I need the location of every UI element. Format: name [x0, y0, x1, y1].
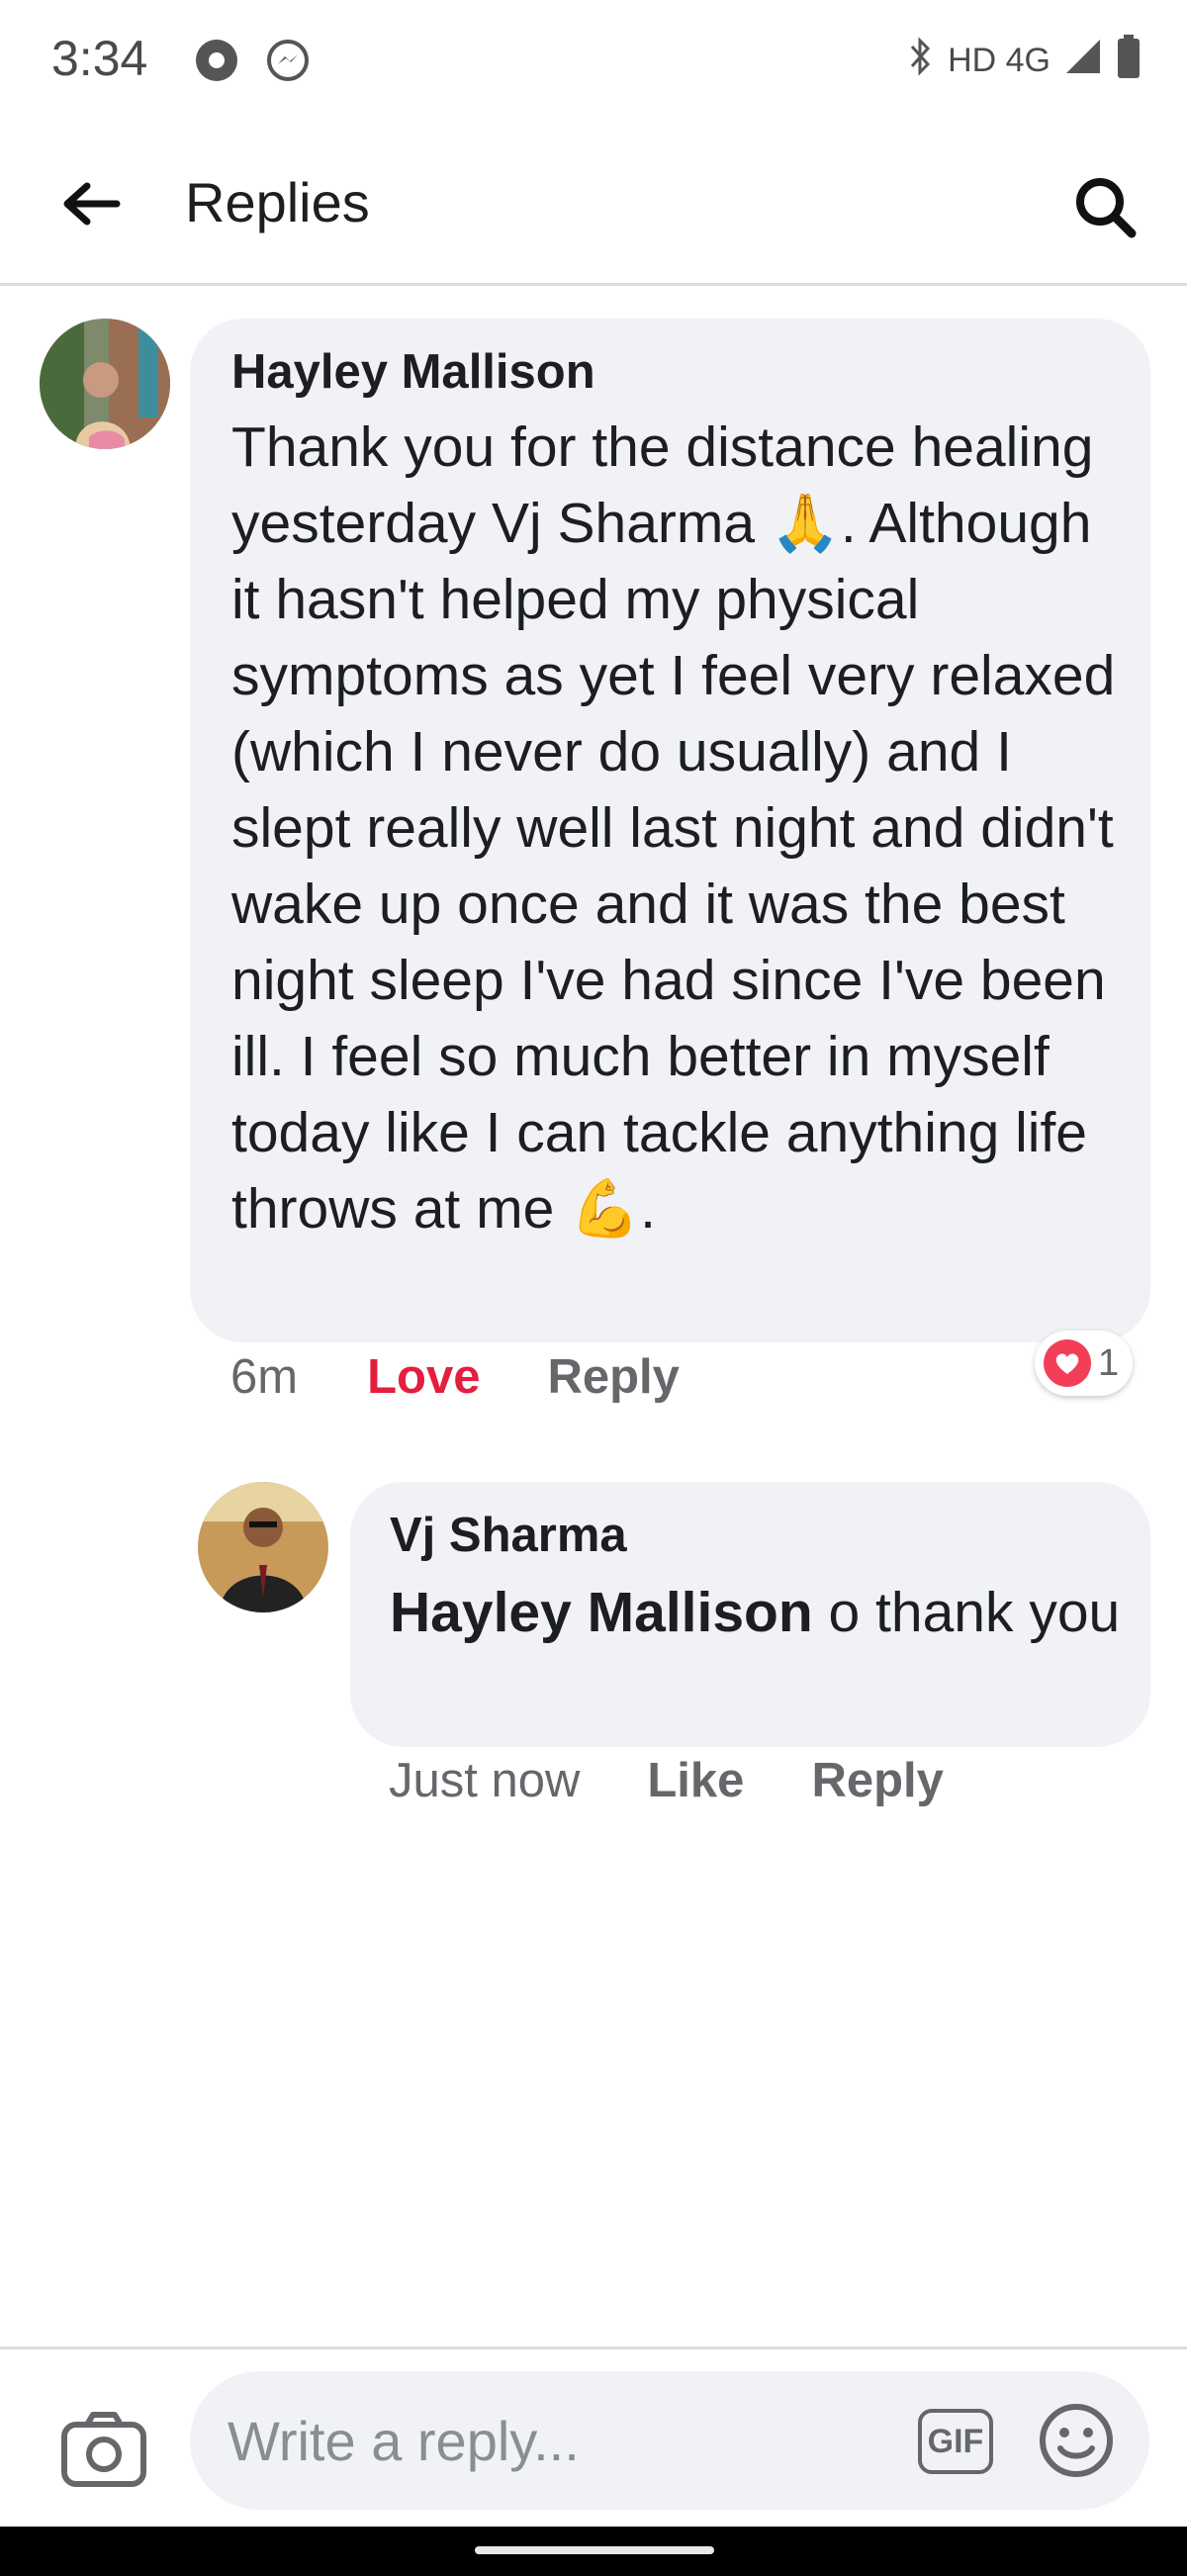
reaction-count: 1 [1098, 1341, 1120, 1384]
comment-actions: 6m Love Reply [230, 1349, 680, 1405]
comment-bubble[interactable]: Hayley Mallison Thank you for the distan… [190, 319, 1150, 1342]
avatar[interactable] [40, 319, 170, 449]
comment-text: Thank you for the distance healing yeste… [231, 415, 1116, 1241]
camera-icon [61, 2412, 146, 2487]
comment-bubble[interactable]: Vj Sharma Hayley Mallison o thank you [350, 1482, 1150, 1747]
reply-button[interactable]: Reply [811, 1753, 943, 1808]
comment-body: o thank you [812, 1581, 1121, 1644]
emoji-button[interactable] [1037, 2401, 1116, 2480]
back-button[interactable] [51, 164, 131, 243]
network-label: HD 4G [948, 42, 1050, 79]
bluetooth-icon [906, 37, 936, 85]
love-reaction-icon [1044, 1339, 1091, 1387]
reply-button[interactable]: Reply [547, 1349, 679, 1405]
mention-link[interactable]: Hayley Mallison [390, 1581, 813, 1644]
home-gesture-handle[interactable] [475, 2546, 714, 2554]
comment-author[interactable]: Hayley Mallison [231, 344, 595, 400]
like-button[interactable]: Like [647, 1753, 744, 1808]
emoji-icon [1040, 2404, 1113, 2477]
system-nav-bar [0, 2527, 1187, 2576]
reply-input[interactable] [190, 2371, 1149, 2510]
status-bar: 3:34 HD 4G [0, 0, 1187, 119]
page-title: Replies [185, 171, 370, 233]
avatar[interactable] [198, 1482, 328, 1612]
comment-time[interactable]: Just now [389, 1753, 580, 1808]
search-button[interactable] [1060, 162, 1149, 251]
love-button[interactable]: Love [367, 1349, 480, 1405]
reply-composer: GIF [0, 2346, 1187, 2530]
camera-button[interactable] [59, 2407, 148, 2490]
gif-button[interactable]: GIF [918, 2409, 993, 2474]
status-time: 3:34 [51, 31, 148, 86]
arrow-left-icon [63, 182, 121, 226]
messenger-icon [265, 38, 311, 83]
comment-time[interactable]: 6m [230, 1349, 298, 1405]
reaction-summary[interactable]: 1 [1035, 1331, 1134, 1396]
signal-icon [1062, 36, 1104, 86]
status-right: HD 4G [906, 34, 1141, 88]
comment-author[interactable]: Vj Sharma [390, 1508, 627, 1563]
comment-text: Hayley Mallison o thank you [390, 1575, 1122, 1651]
header: Replies [0, 119, 1187, 286]
notification-icon [194, 38, 239, 83]
battery-icon [1116, 34, 1141, 88]
search-icon [1076, 178, 1137, 238]
comment-actions: Just now Like Reply [389, 1753, 944, 1808]
